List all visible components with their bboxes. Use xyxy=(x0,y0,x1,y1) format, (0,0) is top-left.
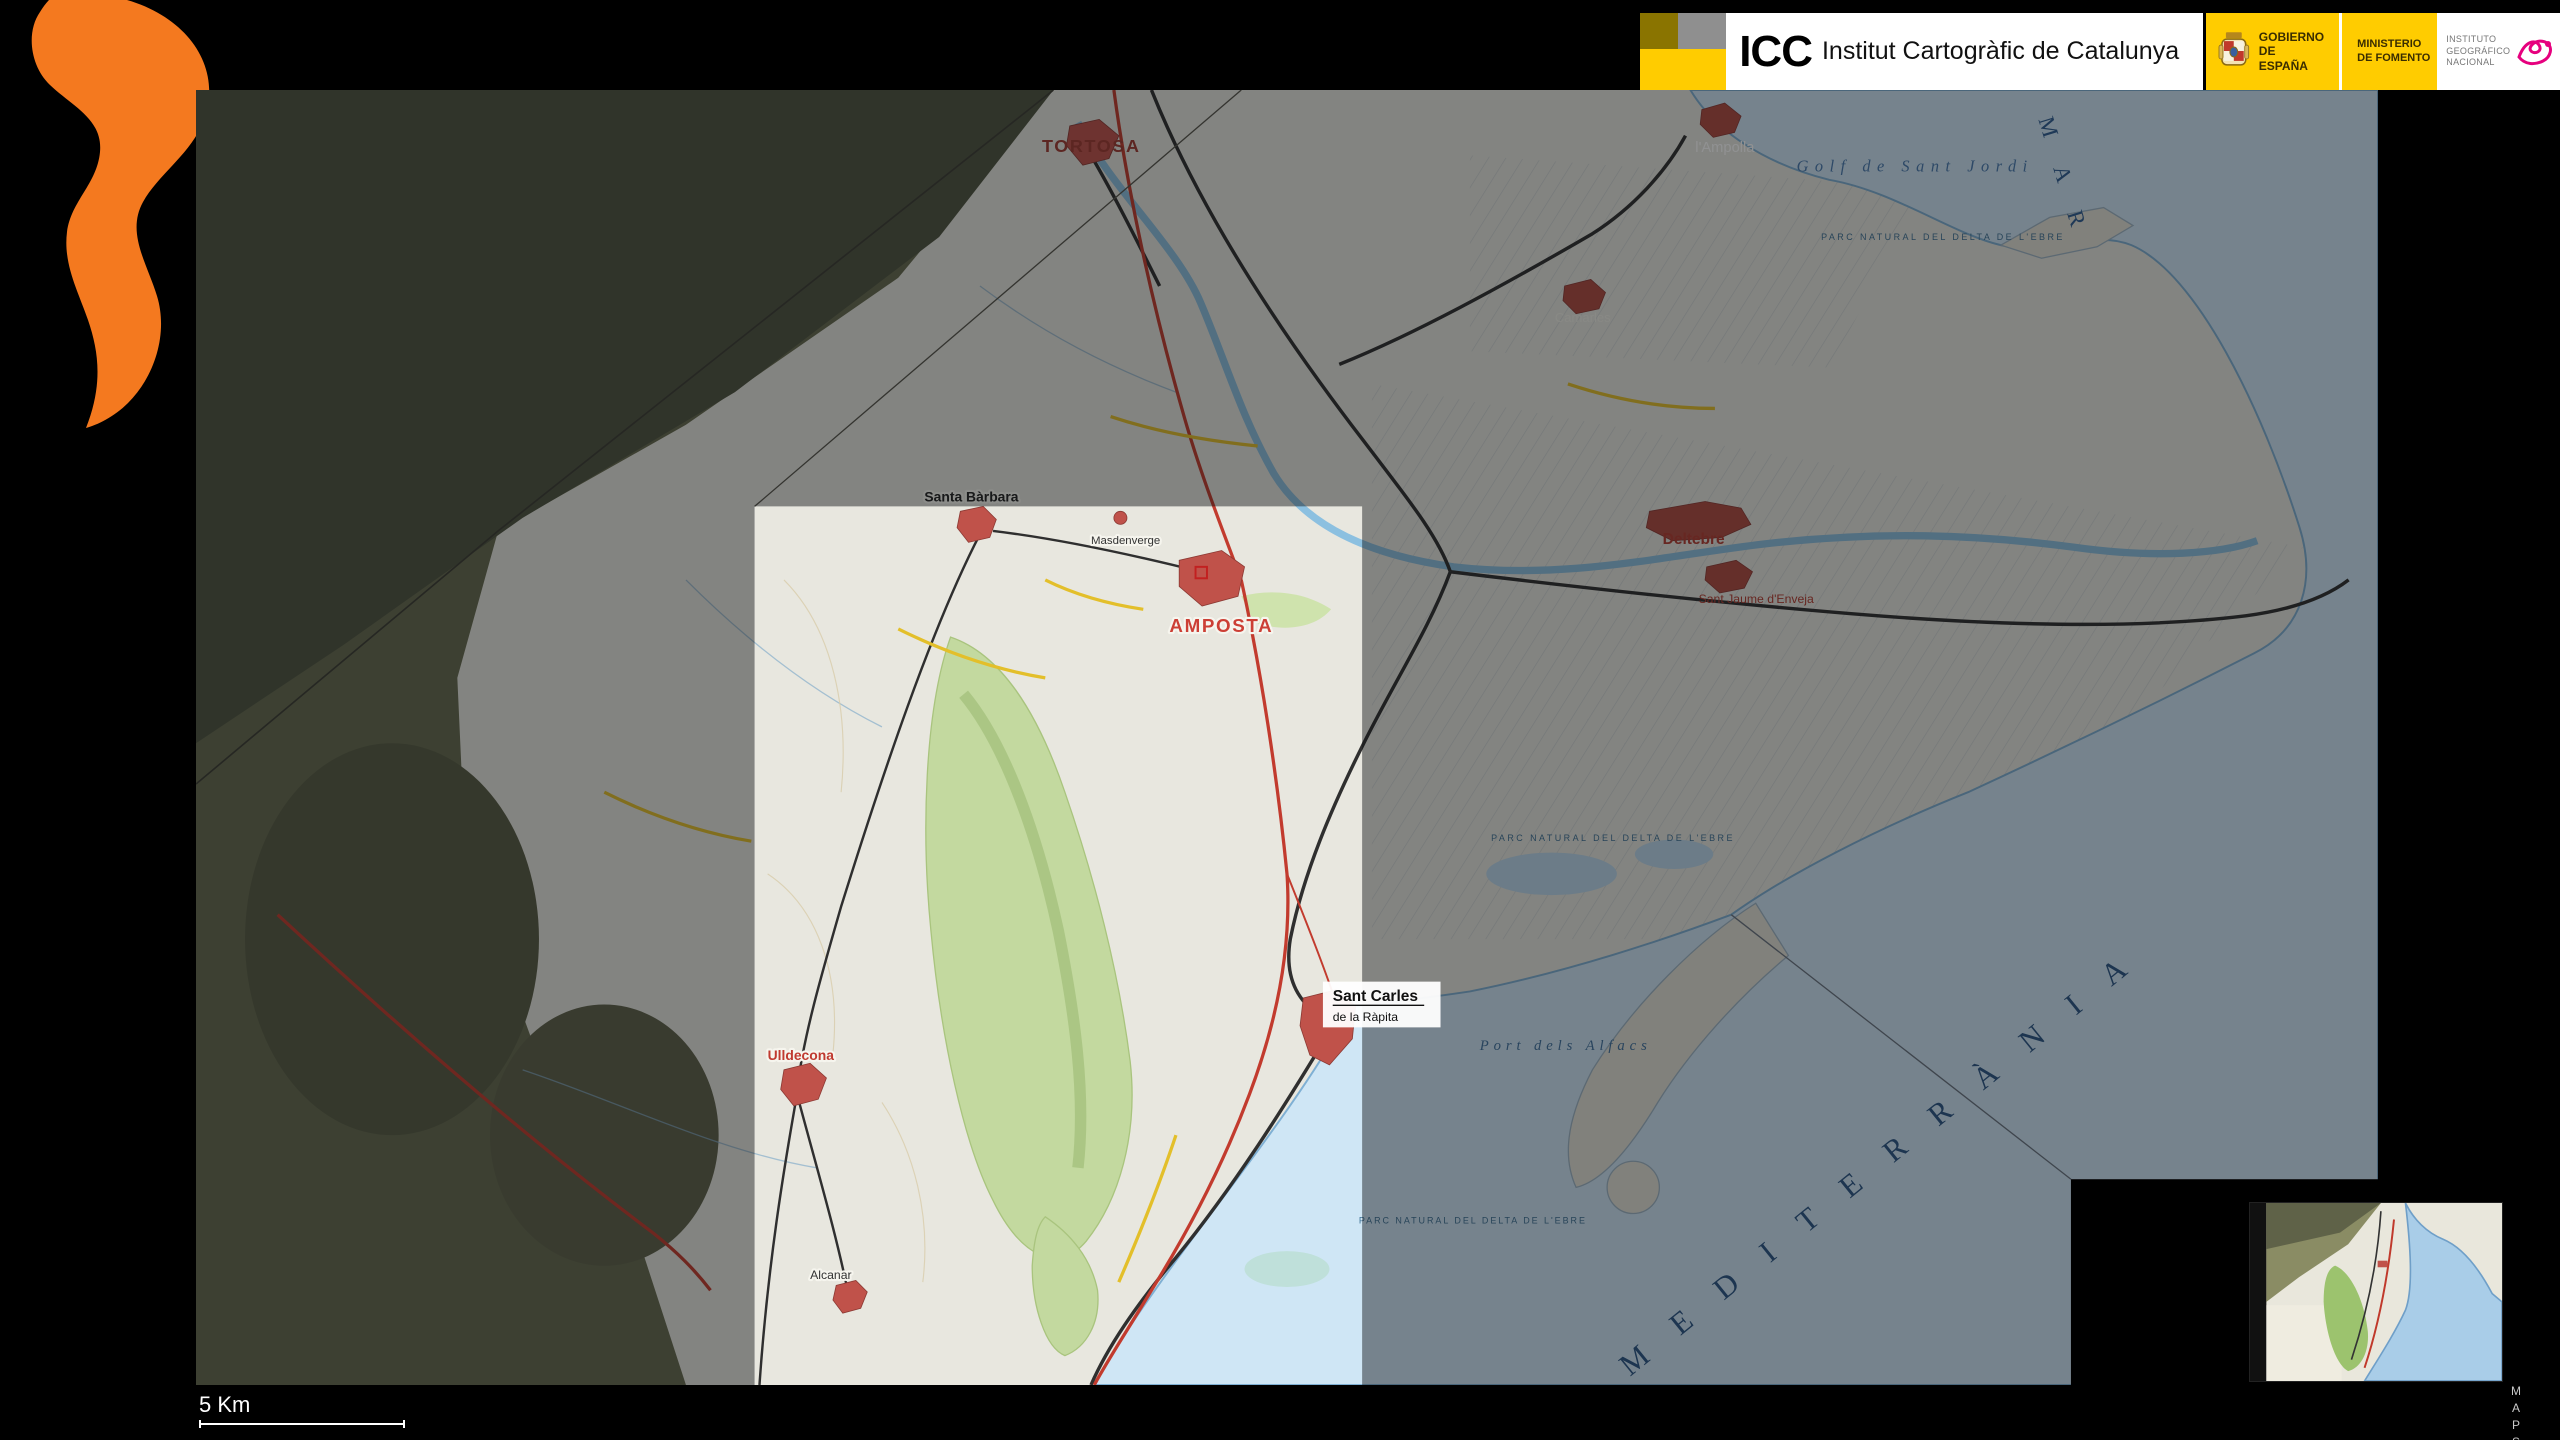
label-masdenverge: Masdenverge xyxy=(1091,535,1160,547)
scale-bar: 5 Km xyxy=(199,1392,405,1425)
ign-line2: GEOGRÁFICO xyxy=(2446,46,2510,58)
scale-label: 5 Km xyxy=(199,1392,405,1418)
gobierno-line2: DE ESPAÑA xyxy=(2259,44,2327,73)
logo-square-gray xyxy=(1678,13,1726,49)
overview-minimap[interactable] xyxy=(2250,1203,2502,1381)
sheet-tooltip[interactable]: Sant Carles de la Ràpita xyxy=(1323,982,1441,1028)
viewport: ICC Institut Cartogràfic de Catalunya GO… xyxy=(0,0,2560,1440)
label-alcanar: Alcanar xyxy=(810,1268,851,1282)
ign-line1: INSTITUTO xyxy=(2446,34,2510,46)
label-amposta: AMPOSTA xyxy=(1169,615,1273,636)
ign-line3: NACIONAL xyxy=(2446,57,2510,69)
icc-abbreviation: ICC xyxy=(1739,27,1812,77)
ministerio-line1: MINISTERIO xyxy=(2357,38,2430,52)
icc-title-band[interactable]: ICC Institut Cartogràfic de Catalunya xyxy=(1725,13,2203,90)
header-bar: ICC Institut Cartogràfic de Catalunya GO… xyxy=(1640,13,2560,90)
icc-full-name: Institut Cartogràfic de Catalunya xyxy=(1822,37,2179,66)
label-ulldecona: Ulldecona xyxy=(768,1047,835,1063)
ign-block[interactable]: INSTITUTO GEOGRÁFICO NACIONAL xyxy=(2437,13,2560,90)
icc-logo-squares[interactable] xyxy=(1640,13,1725,90)
gobierno-block[interactable]: GOBIERNO DE ESPAÑA xyxy=(2206,13,2342,90)
logo-square-olive xyxy=(1640,13,1678,49)
gobierno-line1: GOBIERNO xyxy=(2259,30,2327,44)
logo-square-yellow xyxy=(1640,49,1726,90)
label-sant-carles-2: de la Ràpita xyxy=(1333,1010,1398,1024)
minimap-content xyxy=(2266,1203,2502,1381)
ministerio-block[interactable]: MINISTERIO DE FOMENTO xyxy=(2342,13,2437,90)
spain-coat-of-arms-icon xyxy=(2218,31,2250,73)
ministerio-line2: DE FOMENTO xyxy=(2357,52,2430,66)
map-canvas[interactable]: TORTOSA l'Ampolla Golf de Sant Jordi PAR… xyxy=(196,90,2378,1385)
vertical-label: MAPS xyxy=(2509,1384,2523,1440)
ign-logo-icon xyxy=(2515,35,2555,69)
scale-line xyxy=(199,1423,405,1425)
label-sant-carles-1: Sant Carles xyxy=(1333,988,1418,1005)
